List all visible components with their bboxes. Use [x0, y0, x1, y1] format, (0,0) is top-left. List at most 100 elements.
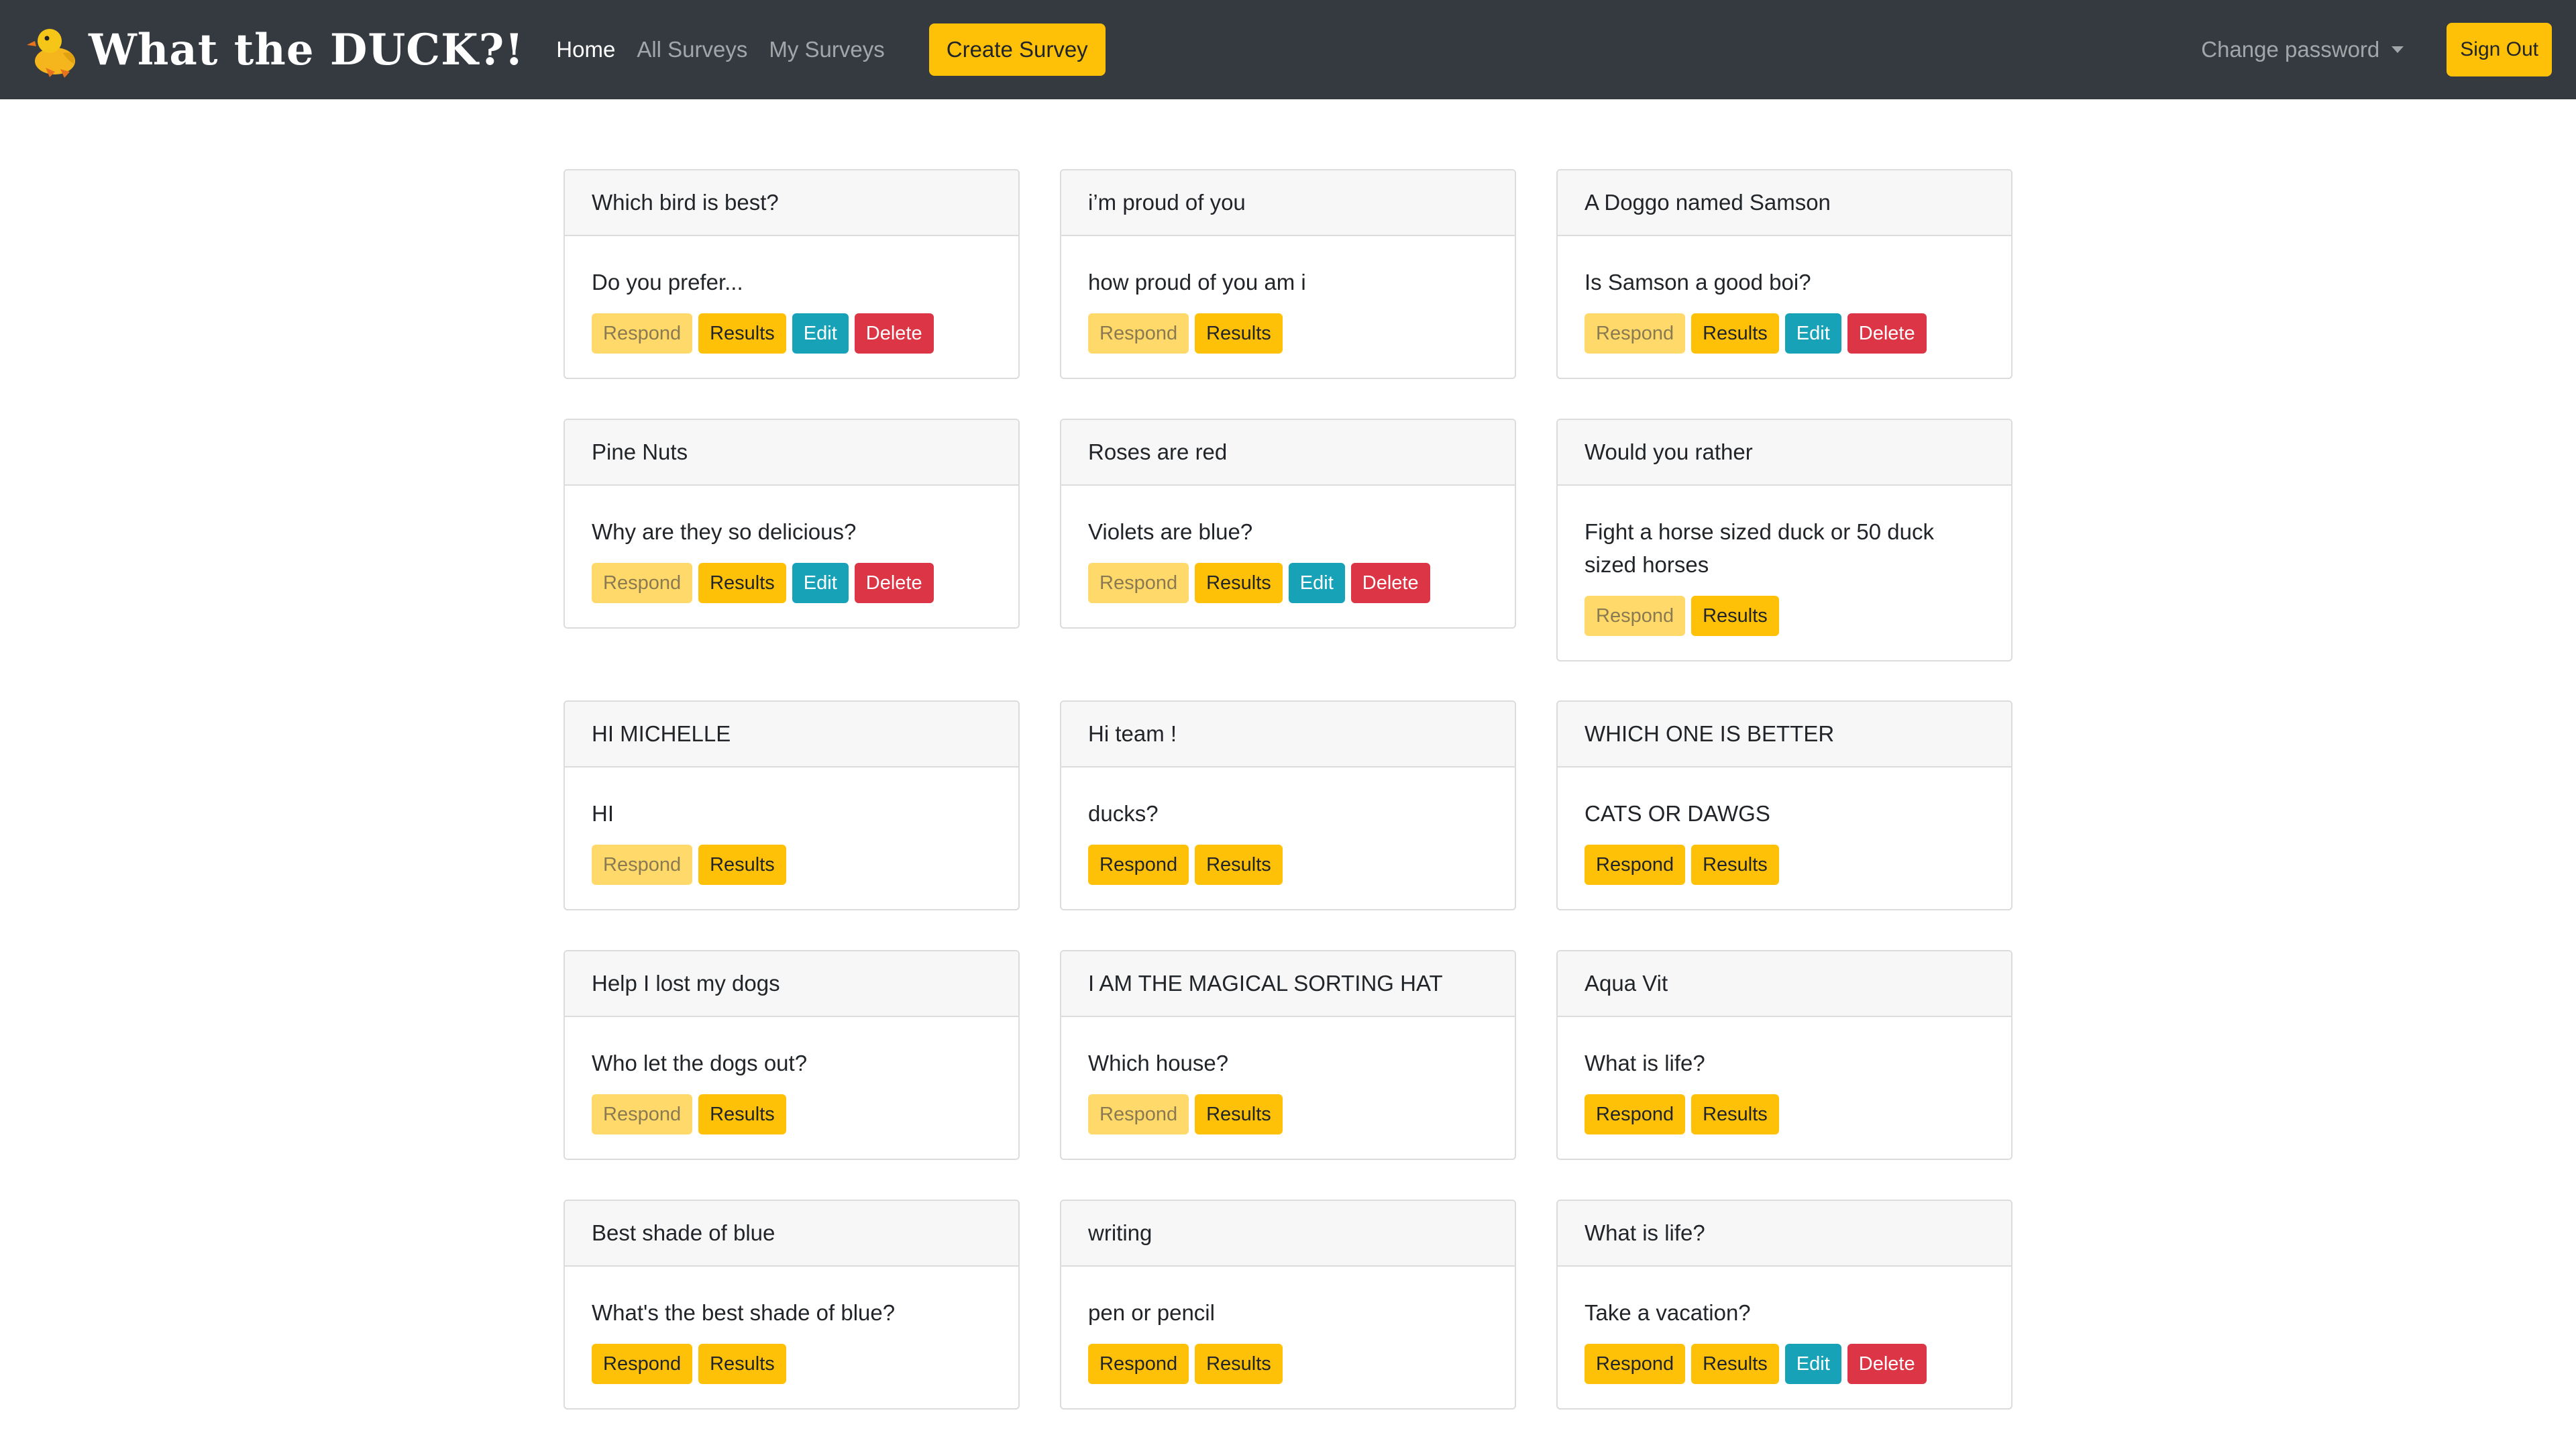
- create-survey-button[interactable]: Create Survey: [928, 23, 1106, 76]
- respond-button: Respond: [1088, 1094, 1189, 1134]
- survey-title: HI MICHELLE: [565, 702, 1018, 768]
- top-navbar: What the DUCK?! Home All Surveys My Surv…: [0, 0, 2576, 99]
- respond-button[interactable]: Respond: [592, 1344, 693, 1384]
- brand[interactable]: What the DUCK?!: [25, 21, 524, 78]
- respond-button[interactable]: Respond: [1585, 1094, 1686, 1134]
- survey-actions: Respond Results: [1088, 845, 1488, 885]
- survey-actions: Respond Results: [1585, 1094, 1984, 1134]
- nav-my-surveys[interactable]: My Surveys: [769, 37, 884, 62]
- results-button[interactable]: Results: [698, 563, 786, 603]
- survey-card: Aqua Vit What is life? Respond Results: [1556, 950, 2012, 1160]
- results-button[interactable]: Results: [1691, 313, 1779, 354]
- sign-out-button[interactable]: Sign Out: [2447, 23, 2552, 76]
- respond-button: Respond: [1088, 563, 1189, 603]
- survey-card: Pine Nuts Why are they so delicious? Respo…: [564, 419, 1020, 629]
- delete-button[interactable]: Delete: [1350, 563, 1430, 603]
- survey-card-body: What's the best shade of blue? Respond Res…: [565, 1267, 1018, 1408]
- respond-button: Respond: [1585, 313, 1686, 354]
- results-button[interactable]: Results: [1691, 845, 1779, 885]
- results-button[interactable]: Results: [1195, 845, 1283, 885]
- survey-card: WHICH ONE IS BETTER CATS OR DAWGS Respond R…: [1556, 700, 2012, 910]
- edit-button[interactable]: Edit: [1288, 563, 1345, 603]
- duck-logo-icon: [27, 29, 75, 78]
- survey-title: I AM THE MAGICAL SORTING HAT: [1061, 951, 1515, 1017]
- survey-card-body: Why are they so delicious? Respond Results…: [565, 486, 1018, 627]
- nav-home[interactable]: Home: [556, 37, 615, 62]
- survey-title: Pine Nuts: [565, 420, 1018, 486]
- survey-card: I AM THE MAGICAL SORTING HAT Which house?…: [1060, 950, 1516, 1160]
- survey-card-body: how proud of you am i Respond Results: [1061, 236, 1515, 378]
- survey-question: What's the best shade of blue?: [592, 1300, 896, 1325]
- results-button[interactable]: Results: [1691, 1344, 1779, 1384]
- survey-card-body: What is life? Respond Results: [1558, 1017, 2011, 1159]
- survey-title: Best shade of blue: [565, 1201, 1018, 1267]
- survey-actions: Respond Results Edit Delete: [1585, 313, 1984, 354]
- respond-button[interactable]: Respond: [1088, 845, 1189, 885]
- survey-question: Do you prefer...: [592, 270, 743, 295]
- survey-question: Who let the dogs out?: [592, 1051, 808, 1075]
- respond-button: Respond: [1088, 313, 1189, 354]
- results-button[interactable]: Results: [1195, 313, 1283, 354]
- respond-button[interactable]: Respond: [1585, 1344, 1686, 1384]
- results-button[interactable]: Results: [1691, 1094, 1779, 1134]
- survey-question: Which house?: [1088, 1051, 1229, 1075]
- results-button[interactable]: Results: [1195, 1094, 1283, 1134]
- edit-button[interactable]: Edit: [1784, 313, 1841, 354]
- survey-actions: Respond Results Edit Delete: [1585, 1344, 1984, 1384]
- survey-card: i’m proud of you how proud of you am i Res…: [1060, 169, 1516, 379]
- nav-right: Change password Sign Out: [2201, 23, 2576, 76]
- survey-question: how proud of you am i: [1088, 270, 1306, 295]
- edit-button[interactable]: Edit: [792, 313, 849, 354]
- survey-actions: Respond Results: [592, 845, 991, 885]
- survey-card-body: Do you prefer... Respond Results Edit Delete: [565, 236, 1018, 378]
- results-button[interactable]: Results: [698, 1094, 786, 1134]
- survey-actions: Respond Results Edit Delete: [592, 313, 991, 354]
- survey-question: pen or pencil: [1088, 1300, 1215, 1325]
- survey-card: Which bird is best? Do you prefer... Respo…: [564, 169, 1020, 379]
- survey-question: ducks?: [1088, 801, 1159, 826]
- survey-title: writing: [1061, 1201, 1515, 1267]
- delete-button[interactable]: Delete: [854, 313, 934, 354]
- respond-button: Respond: [592, 1094, 693, 1134]
- change-password-label: Change password: [2201, 37, 2380, 62]
- survey-title: WHICH ONE IS BETTER: [1558, 702, 2011, 768]
- survey-title: Roses are red: [1061, 420, 1515, 486]
- nav-all-surveys[interactable]: All Surveys: [637, 37, 747, 62]
- results-button[interactable]: Results: [698, 313, 786, 354]
- survey-card: writing pen or pencil Respond Results: [1060, 1200, 1516, 1410]
- survey-title: Which bird is best?: [565, 170, 1018, 236]
- respond-button[interactable]: Respond: [1088, 1344, 1189, 1384]
- results-button[interactable]: Results: [698, 845, 786, 885]
- survey-card-body: Who let the dogs out? Respond Results: [565, 1017, 1018, 1159]
- results-button[interactable]: Results: [1691, 596, 1779, 636]
- survey-question: Violets are blue?: [1088, 519, 1253, 544]
- survey-question: CATS OR DAWGS: [1585, 801, 1770, 826]
- edit-button[interactable]: Edit: [792, 563, 849, 603]
- change-password-dropdown[interactable]: Change password: [2201, 37, 2404, 62]
- respond-button: Respond: [592, 845, 693, 885]
- survey-card: Roses are red Violets are blue? Respond Res…: [1060, 419, 1516, 629]
- delete-button[interactable]: Delete: [1847, 313, 1927, 354]
- survey-question: HI: [592, 801, 614, 826]
- delete-button[interactable]: Delete: [854, 563, 934, 603]
- survey-actions: Respond Results Edit Delete: [592, 563, 991, 603]
- survey-card: Would you rather Fight a horse sized duck…: [1556, 419, 2012, 661]
- survey-title: Hi team !: [1061, 702, 1515, 768]
- respond-button[interactable]: Respond: [1585, 845, 1686, 885]
- results-button[interactable]: Results: [698, 1344, 786, 1384]
- survey-question: Is Samson a good boi?: [1585, 270, 1811, 295]
- survey-actions: Respond Results Edit Delete: [1088, 563, 1488, 603]
- survey-actions: Respond Results: [1585, 845, 1984, 885]
- survey-actions: Respond Results: [1585, 596, 1984, 636]
- delete-button[interactable]: Delete: [1847, 1344, 1927, 1384]
- survey-card: Hi team ! ducks? Respond Results: [1060, 700, 1516, 910]
- respond-button: Respond: [1585, 596, 1686, 636]
- survey-actions: Respond Results: [1088, 313, 1488, 354]
- results-button[interactable]: Results: [1195, 1344, 1283, 1384]
- results-button[interactable]: Results: [1195, 563, 1283, 603]
- survey-card: Help I lost my dogs Who let the dogs out?…: [564, 950, 1020, 1160]
- survey-title: Would you rather: [1558, 420, 2011, 486]
- survey-card-body: ducks? Respond Results: [1061, 768, 1515, 909]
- edit-button[interactable]: Edit: [1784, 1344, 1841, 1384]
- survey-card: HI MICHELLE HI Respond Results: [564, 700, 1020, 910]
